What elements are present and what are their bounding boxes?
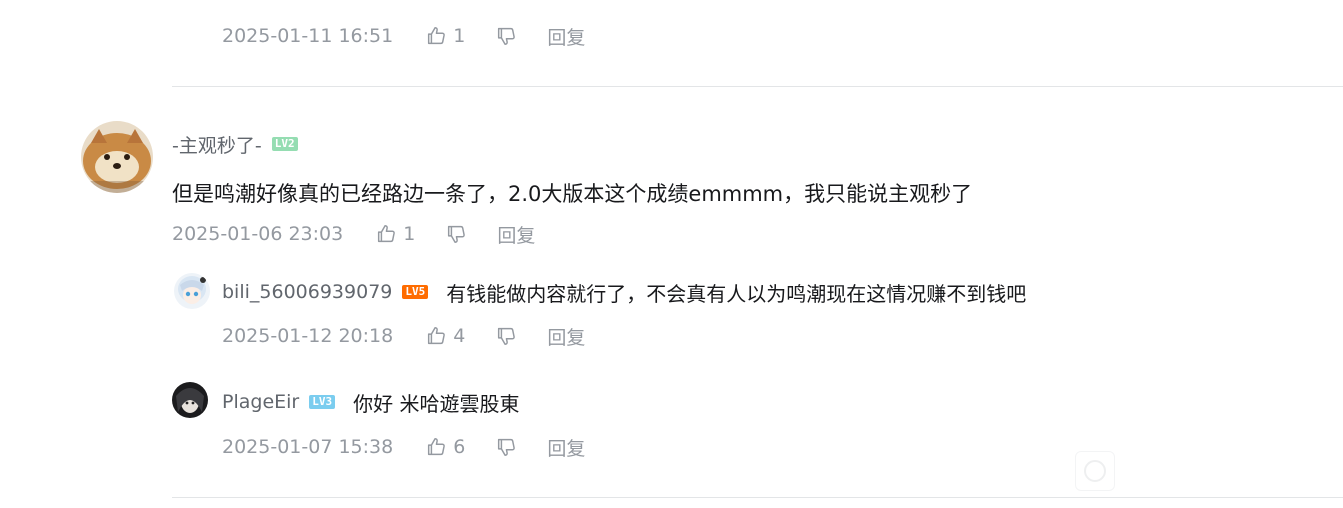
comment-text: 但是鸣潮好像真的已经路边一条了，2.0大版本这个成绩emmmm，我只能说主观秒了 (172, 182, 973, 206)
username[interactable]: -主观秒了- (172, 131, 262, 158)
level-badge: LV2 (271, 137, 298, 151)
level-badge: LV3 (309, 395, 336, 409)
thumb-down-icon (498, 327, 516, 345)
like-count: 4 (453, 325, 466, 347)
reply-button[interactable]: 回复 (547, 323, 585, 350)
comment-meta: 2025-01-06 23:03 1 回复 (172, 220, 535, 248)
like-button[interactable]: 1 (425, 25, 465, 47)
top-reply-meta: 2025-01-11 16:51 1 回复 (222, 22, 585, 50)
thumb-up-icon (428, 27, 446, 45)
widget-icon (1084, 460, 1106, 482)
thumb-down-icon (498, 27, 516, 45)
thumb-up-icon (378, 225, 396, 243)
level-badge: LV5 (402, 285, 429, 299)
reply-time: 2025-01-12 20:18 (222, 325, 394, 347)
dislike-button[interactable] (445, 223, 467, 245)
comment-time: 2025-01-06 23:03 (172, 223, 344, 245)
reply-text: 有钱能做内容就行了，不会真有人以为鸣潮现在这情况赚不到钱吧 (446, 281, 1027, 306)
reply-line: PlageEir LV3 你好 米哈遊雲股東 (222, 388, 519, 416)
avatar[interactable] (172, 382, 208, 418)
username[interactable]: PlageEir (222, 391, 299, 413)
dark-avatar-image (172, 382, 208, 418)
comment-divider (172, 497, 1343, 498)
comment-divider (172, 86, 1343, 87)
like-count: 1 (453, 25, 466, 47)
reply-text: 你好 米哈遊雲股東 (353, 391, 520, 416)
thumb-up-icon (428, 438, 446, 456)
like-button[interactable]: 4 (425, 325, 465, 347)
comment-header: -主观秒了- LV2 (172, 131, 298, 157)
username[interactable]: bili_56006939079 (222, 281, 392, 303)
avatar[interactable] (81, 121, 153, 193)
reply-line: bili_56006939079 LV5 有钱能做内容就行了，不会真有人以为鸣潮… (222, 278, 1026, 306)
like-button[interactable]: 1 (375, 223, 415, 245)
thumb-down-icon (498, 438, 516, 456)
thumb-down-icon (448, 225, 466, 243)
floating-widget[interactable] (1075, 451, 1115, 491)
avatar[interactable] (174, 273, 210, 309)
reply-meta: 2025-01-07 15:38 6 回复 (222, 433, 585, 461)
like-button[interactable]: 6 (425, 436, 465, 458)
reply-time: 2025-01-07 15:38 (222, 436, 394, 458)
reply-button[interactable]: 回复 (547, 434, 585, 461)
dislike-button[interactable] (495, 325, 517, 347)
anime-avatar-image (174, 273, 210, 309)
reply-button[interactable]: 回复 (547, 23, 585, 50)
dislike-button[interactable] (495, 436, 517, 458)
reply-meta: 2025-01-12 20:18 4 回复 (222, 322, 585, 350)
reply-button[interactable]: 回复 (497, 221, 535, 248)
like-count: 1 (403, 223, 416, 245)
like-count: 6 (453, 436, 466, 458)
dislike-button[interactable] (495, 25, 517, 47)
shiba-avatar-image (81, 121, 153, 193)
thumb-up-icon (428, 327, 446, 345)
reply-time: 2025-01-11 16:51 (222, 25, 394, 47)
